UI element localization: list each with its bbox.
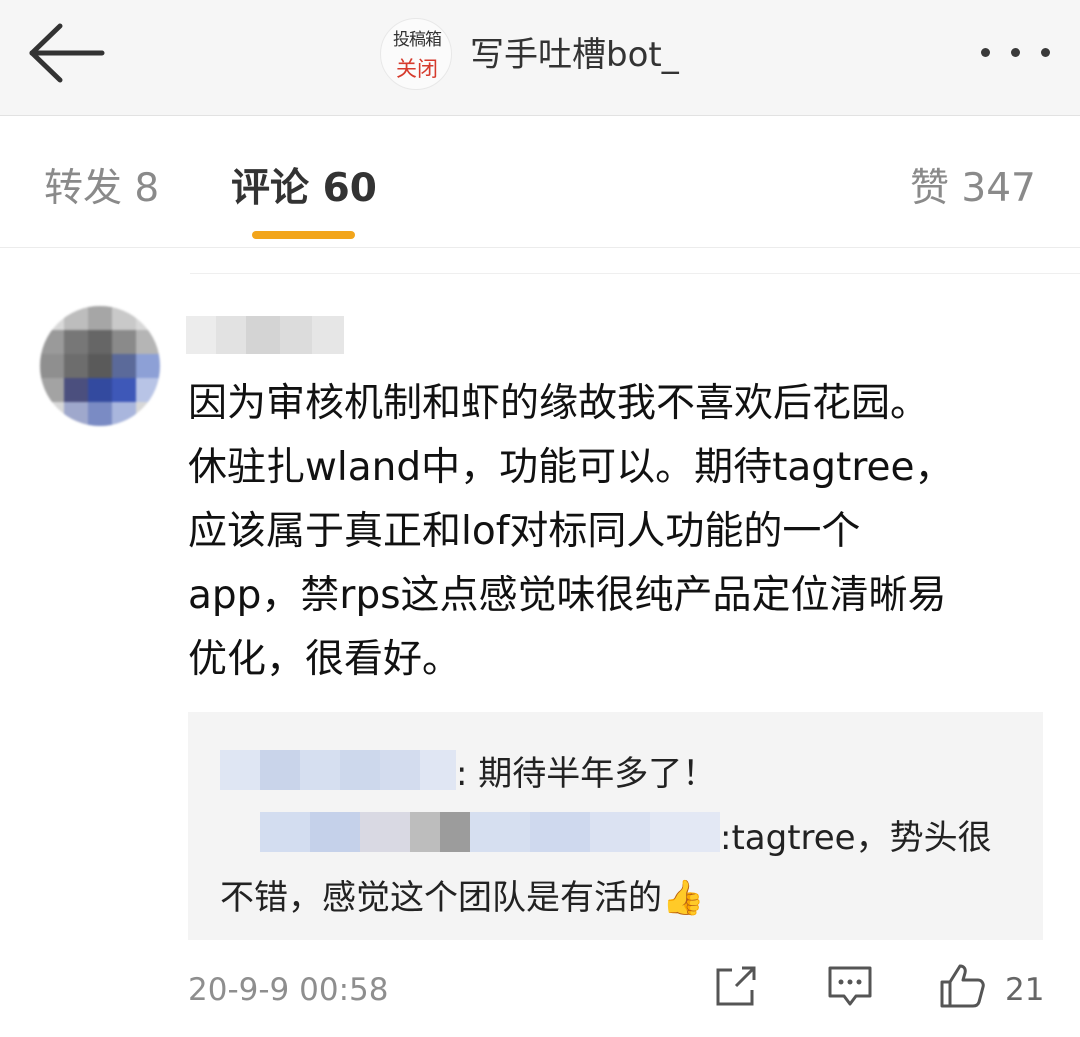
share-icon [716,966,756,1006]
tab-bar: 转发 8 评论 60 赞 347 [0,117,1080,248]
commenter-name-redacted[interactable] [186,316,344,354]
reply-text-line: 不错，感觉这个团队是有活的 [220,878,662,918]
reply-text: :tagtree，势头很 [720,818,992,858]
tab-comments[interactable]: 评论 60 [231,157,377,213]
like-button[interactable] [938,962,986,1022]
account-avatar[interactable]: 投稿箱 关闭 [380,18,452,90]
divider [190,273,1080,274]
thumbs-up-emoji: 👍 [662,878,705,918]
reply-text-continued: 不错，感觉这个团队是有活的👍 [220,870,704,919]
share-button[interactable] [712,962,760,1022]
avatar-text-top: 投稿箱 [393,30,442,50]
tab-likes[interactable]: 赞 347 [910,157,1036,213]
replies-box[interactable]: : 期待半年多了！ :tagtree，势头很 不错，感觉这个团队是有活的👍 [188,712,1043,940]
top-navigation-bar: 投稿箱 关闭 写手吐槽bot_ [0,0,1080,116]
comment-line: app，禁rps这点感觉味很纯产品定位清晰易 [188,573,947,618]
more-dots-icon [981,48,990,57]
arrow-left-icon [29,23,105,83]
tab-reposts[interactable]: 转发 8 [44,157,159,213]
back-button[interactable] [22,18,112,88]
more-dots-icon [1011,48,1020,57]
comment-body: 因为审核机制和虾的缘故我不喜欢后花园。 休驻扎wland中，功能可以。期待tag… [188,372,1058,692]
thumbs-up-icon [940,964,985,1008]
commenter-avatar[interactable] [40,306,160,426]
comment-line: 优化，很看好。 [188,637,462,682]
more-options-button[interactable] [975,30,1055,74]
reply-author-redacted[interactable] [220,812,720,852]
page-title[interactable]: 写手吐槽bot_ [470,27,679,76]
comment-button[interactable] [826,962,874,1022]
comment-line: 休驻扎wland中，功能可以。期待tagtree， [188,445,954,490]
comment-line: 应该属于真正和lof对标同人功能的一个 [188,509,861,554]
comment-line: 因为审核机制和虾的缘故我不喜欢后花园。 [188,381,930,426]
avatar-text-bottom: 关闭 [396,57,438,81]
like-count: 21 [1005,972,1045,1008]
active-tab-indicator [252,231,355,239]
reply-text: : 期待半年多了！ [456,754,717,794]
comment-icon [828,966,872,1006]
comment-timestamp: 20-9-9 00:58 [188,972,389,1008]
more-dots-icon [1041,48,1050,57]
reply-author-redacted[interactable] [220,750,456,790]
